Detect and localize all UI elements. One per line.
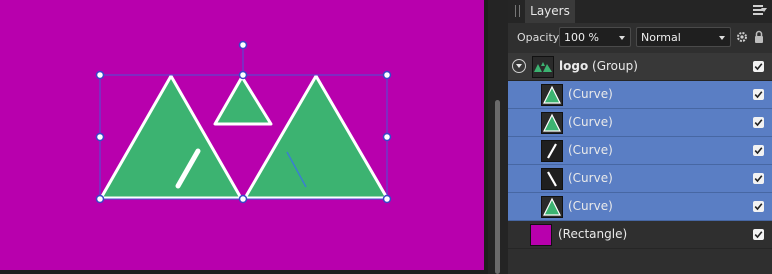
layer-row-rectangle[interactable]: (Rectangle) bbox=[508, 221, 772, 249]
panel-grip-icon[interactable] bbox=[515, 5, 521, 17]
handle-top-left[interactable] bbox=[95, 70, 105, 80]
layers-panel: Layers Opacity: 100 % Normal logo (Group… bbox=[508, 0, 772, 274]
layer-row-curve[interactable]: (Curve) bbox=[508, 165, 772, 193]
opacity-value: 100 % bbox=[564, 31, 599, 44]
layers-list: logo (Group) (Curve) (Curve) (Curve) (Cu… bbox=[508, 53, 772, 249]
visibility-checkbox[interactable] bbox=[753, 201, 764, 212]
layer-label: logo (Group) bbox=[559, 59, 638, 73]
layer-thumbnail bbox=[541, 84, 563, 106]
blend-mode-value: Normal bbox=[641, 31, 681, 44]
handle-bottom-right[interactable] bbox=[382, 194, 392, 204]
visibility-checkbox[interactable] bbox=[753, 173, 764, 184]
layer-thumbnail bbox=[541, 140, 563, 162]
handle-top-right[interactable] bbox=[382, 70, 392, 80]
panel-menu-icon[interactable] bbox=[753, 5, 767, 17]
layer-row-group[interactable]: logo (Group) bbox=[508, 53, 772, 81]
lock-icon[interactable] bbox=[754, 30, 764, 44]
visibility-checkbox[interactable] bbox=[753, 145, 764, 156]
layer-label: (Curve) bbox=[568, 171, 613, 185]
rotation-handle[interactable] bbox=[238, 40, 248, 50]
layer-thumbnail bbox=[532, 56, 554, 78]
layer-row-curve[interactable]: (Curve) bbox=[508, 137, 772, 165]
layer-label: (Curve) bbox=[568, 199, 613, 213]
layer-thumbnail bbox=[541, 168, 563, 190]
canvas-area[interactable] bbox=[0, 0, 488, 274]
rectangle-shape[interactable] bbox=[0, 0, 484, 270]
visibility-checkbox[interactable] bbox=[753, 117, 764, 128]
handle-middle-right[interactable] bbox=[382, 132, 392, 142]
handle-bottom-left[interactable] bbox=[95, 194, 105, 204]
chevron-down-icon bbox=[619, 36, 625, 40]
handle-middle-left[interactable] bbox=[95, 132, 105, 142]
layer-label: (Curve) bbox=[568, 115, 613, 129]
layer-thumbnail bbox=[541, 196, 563, 218]
layer-row-curve[interactable]: (Curve) bbox=[508, 81, 772, 109]
layer-thumbnail bbox=[530, 224, 552, 246]
layer-label: (Curve) bbox=[568, 87, 613, 101]
visibility-checkbox[interactable] bbox=[753, 61, 764, 72]
layer-row-curve[interactable]: (Curve) bbox=[508, 109, 772, 137]
gear-icon[interactable] bbox=[736, 31, 748, 43]
handle-bottom-center[interactable] bbox=[238, 194, 248, 204]
opacity-row: Opacity: 100 % Normal bbox=[508, 23, 772, 53]
handle-top-center[interactable] bbox=[238, 70, 248, 80]
chevron-down-icon bbox=[719, 36, 725, 40]
layer-label: (Curve) bbox=[568, 143, 613, 157]
blend-mode-dropdown[interactable]: Normal bbox=[636, 27, 731, 47]
layer-row-curve[interactable]: (Curve) bbox=[508, 193, 772, 221]
panel-tab-bar: Layers bbox=[508, 0, 772, 23]
visibility-checkbox[interactable] bbox=[753, 229, 764, 240]
opacity-label: Opacity: bbox=[517, 31, 563, 44]
vertical-scrollbar[interactable] bbox=[488, 0, 508, 274]
visibility-checkbox[interactable] bbox=[753, 89, 764, 100]
scrollbar-thumb[interactable] bbox=[495, 100, 500, 274]
layer-label: (Rectangle) bbox=[558, 227, 628, 241]
opacity-dropdown[interactable]: 100 % bbox=[559, 27, 631, 47]
artboard[interactable] bbox=[0, 0, 484, 270]
tab-layers[interactable]: Layers bbox=[525, 0, 575, 23]
expand-toggle-icon[interactable] bbox=[512, 59, 526, 73]
layer-thumbnail bbox=[541, 112, 563, 134]
